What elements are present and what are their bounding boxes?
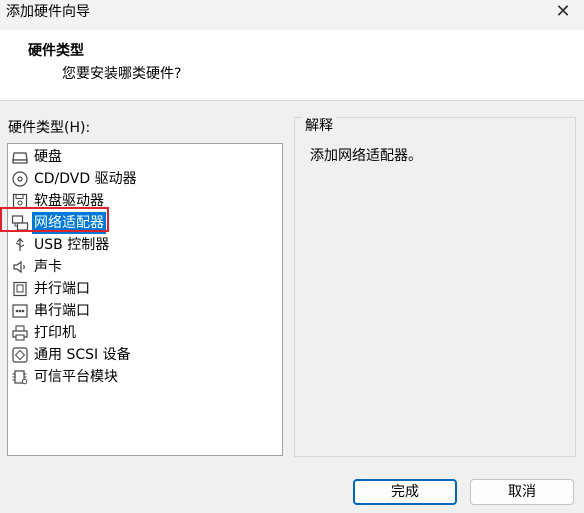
speaker-icon [13,260,25,274]
list-item-tpm[interactable]: 可信平台模块 [11,366,120,388]
list-item-label: CD/DVD 驱动器 [34,171,137,187]
header-title: 硬件类型 [28,43,84,59]
hard-disk-icon [12,152,28,164]
description-group [294,117,576,457]
hardware-type-list[interactable]: 硬盘 CD/DVD 驱动器 软盘驱动器 网络适配器 USB 控制器 声卡 并行端… [7,143,283,456]
list-item-hard-disk[interactable]: 硬盘 [11,146,64,168]
scsi-icon [12,347,28,363]
tpm-icon [12,370,28,385]
cancel-button[interactable]: 取消 [470,479,574,505]
list-item-label: 可信平台模块 [34,369,118,385]
list-item-parallel-port[interactable]: 并行端口 [11,278,92,300]
header-subtitle: 您要安装哪类硬件? [62,66,182,82]
list-item-label: USB 控制器 [34,237,110,253]
list-item-label: 网络适配器 [32,212,106,234]
list-item-serial-port[interactable]: 串行端口 [11,300,92,322]
list-item-cd-dvd[interactable]: CD/DVD 驱动器 [11,168,139,190]
network-adapter-icon [11,215,29,231]
list-item-sound-card[interactable]: 声卡 [11,256,64,278]
description-text: 添加网络适配器。 [310,148,422,164]
list-item-label: 串行端口 [34,303,90,319]
window-title: 添加硬件向导 [6,4,90,20]
list-item-scsi[interactable]: 通用 SCSI 设备 [11,344,133,366]
button-bar: 完成 取消 [0,467,584,513]
wizard-header: 硬件类型 您要安装哪类硬件? [0,30,584,101]
list-item-label: 软盘驱动器 [34,193,104,209]
list-item-usb[interactable]: USB 控制器 [11,234,111,256]
list-item-label: 通用 SCSI 设备 [34,347,131,363]
finish-button[interactable]: 完成 [353,479,457,505]
description-title: 解释 [302,117,336,135]
parallel-port-icon [13,281,27,297]
usb-icon [15,238,25,251]
list-item-floppy[interactable]: 软盘驱动器 [11,190,106,212]
serial-port-icon [12,304,28,318]
cd-dvd-icon [12,171,28,187]
title-bar: 添加硬件向导 ✕ [0,0,584,30]
list-item-label: 硬盘 [34,149,62,165]
printer-icon [12,325,28,341]
list-item-label: 并行端口 [34,281,90,297]
list-item-network-adapter[interactable]: 网络适配器 [11,212,106,234]
list-item-printer[interactable]: 打印机 [11,322,78,344]
list-item-label: 打印机 [34,325,76,341]
close-icon[interactable]: ✕ [552,2,574,24]
floppy-icon [12,193,28,209]
hardware-list-label: 硬件类型(H): [8,120,91,136]
list-item-label: 声卡 [34,259,62,275]
wizard-body: 硬件类型(H): 硬盘 CD/DVD 驱动器 软盘驱动器 网络适配器 USB 控… [0,101,584,467]
